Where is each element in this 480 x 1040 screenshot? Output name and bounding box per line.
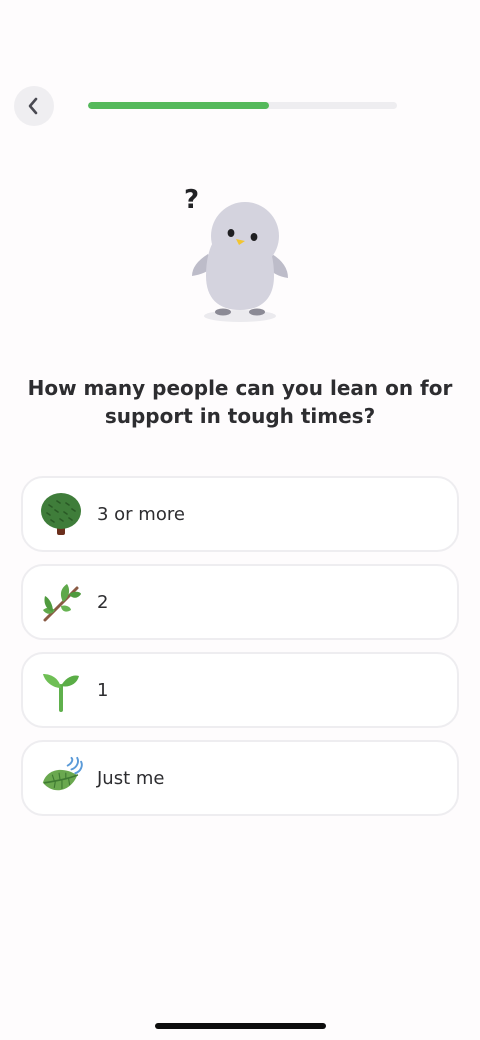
progress-bar-fill xyxy=(88,102,269,109)
option-just-me[interactable]: Just me xyxy=(21,740,459,816)
back-button[interactable] xyxy=(14,86,54,126)
option-label: 3 or more xyxy=(97,503,185,525)
tree-icon xyxy=(39,492,83,536)
option-label: 2 xyxy=(97,591,109,613)
chevron-left-icon xyxy=(28,97,38,115)
home-indicator xyxy=(155,1023,326,1029)
option-1[interactable]: 1 xyxy=(21,652,459,728)
question-mark: ? xyxy=(184,185,199,215)
sprout-icon xyxy=(39,668,83,712)
option-3-or-more[interactable]: 3 or more xyxy=(21,476,459,552)
branch-icon xyxy=(39,580,83,624)
penguin-mascot: ? xyxy=(184,185,288,322)
answer-options: 3 or more 2 1 Just me xyxy=(21,476,459,828)
option-label: Just me xyxy=(97,767,165,789)
question-title: How many people can you lean on for supp… xyxy=(27,376,453,428)
option-label: 1 xyxy=(97,679,109,701)
option-2[interactable]: 2 xyxy=(21,564,459,640)
leaf-wind-icon xyxy=(39,756,83,800)
progress-bar xyxy=(88,102,397,109)
